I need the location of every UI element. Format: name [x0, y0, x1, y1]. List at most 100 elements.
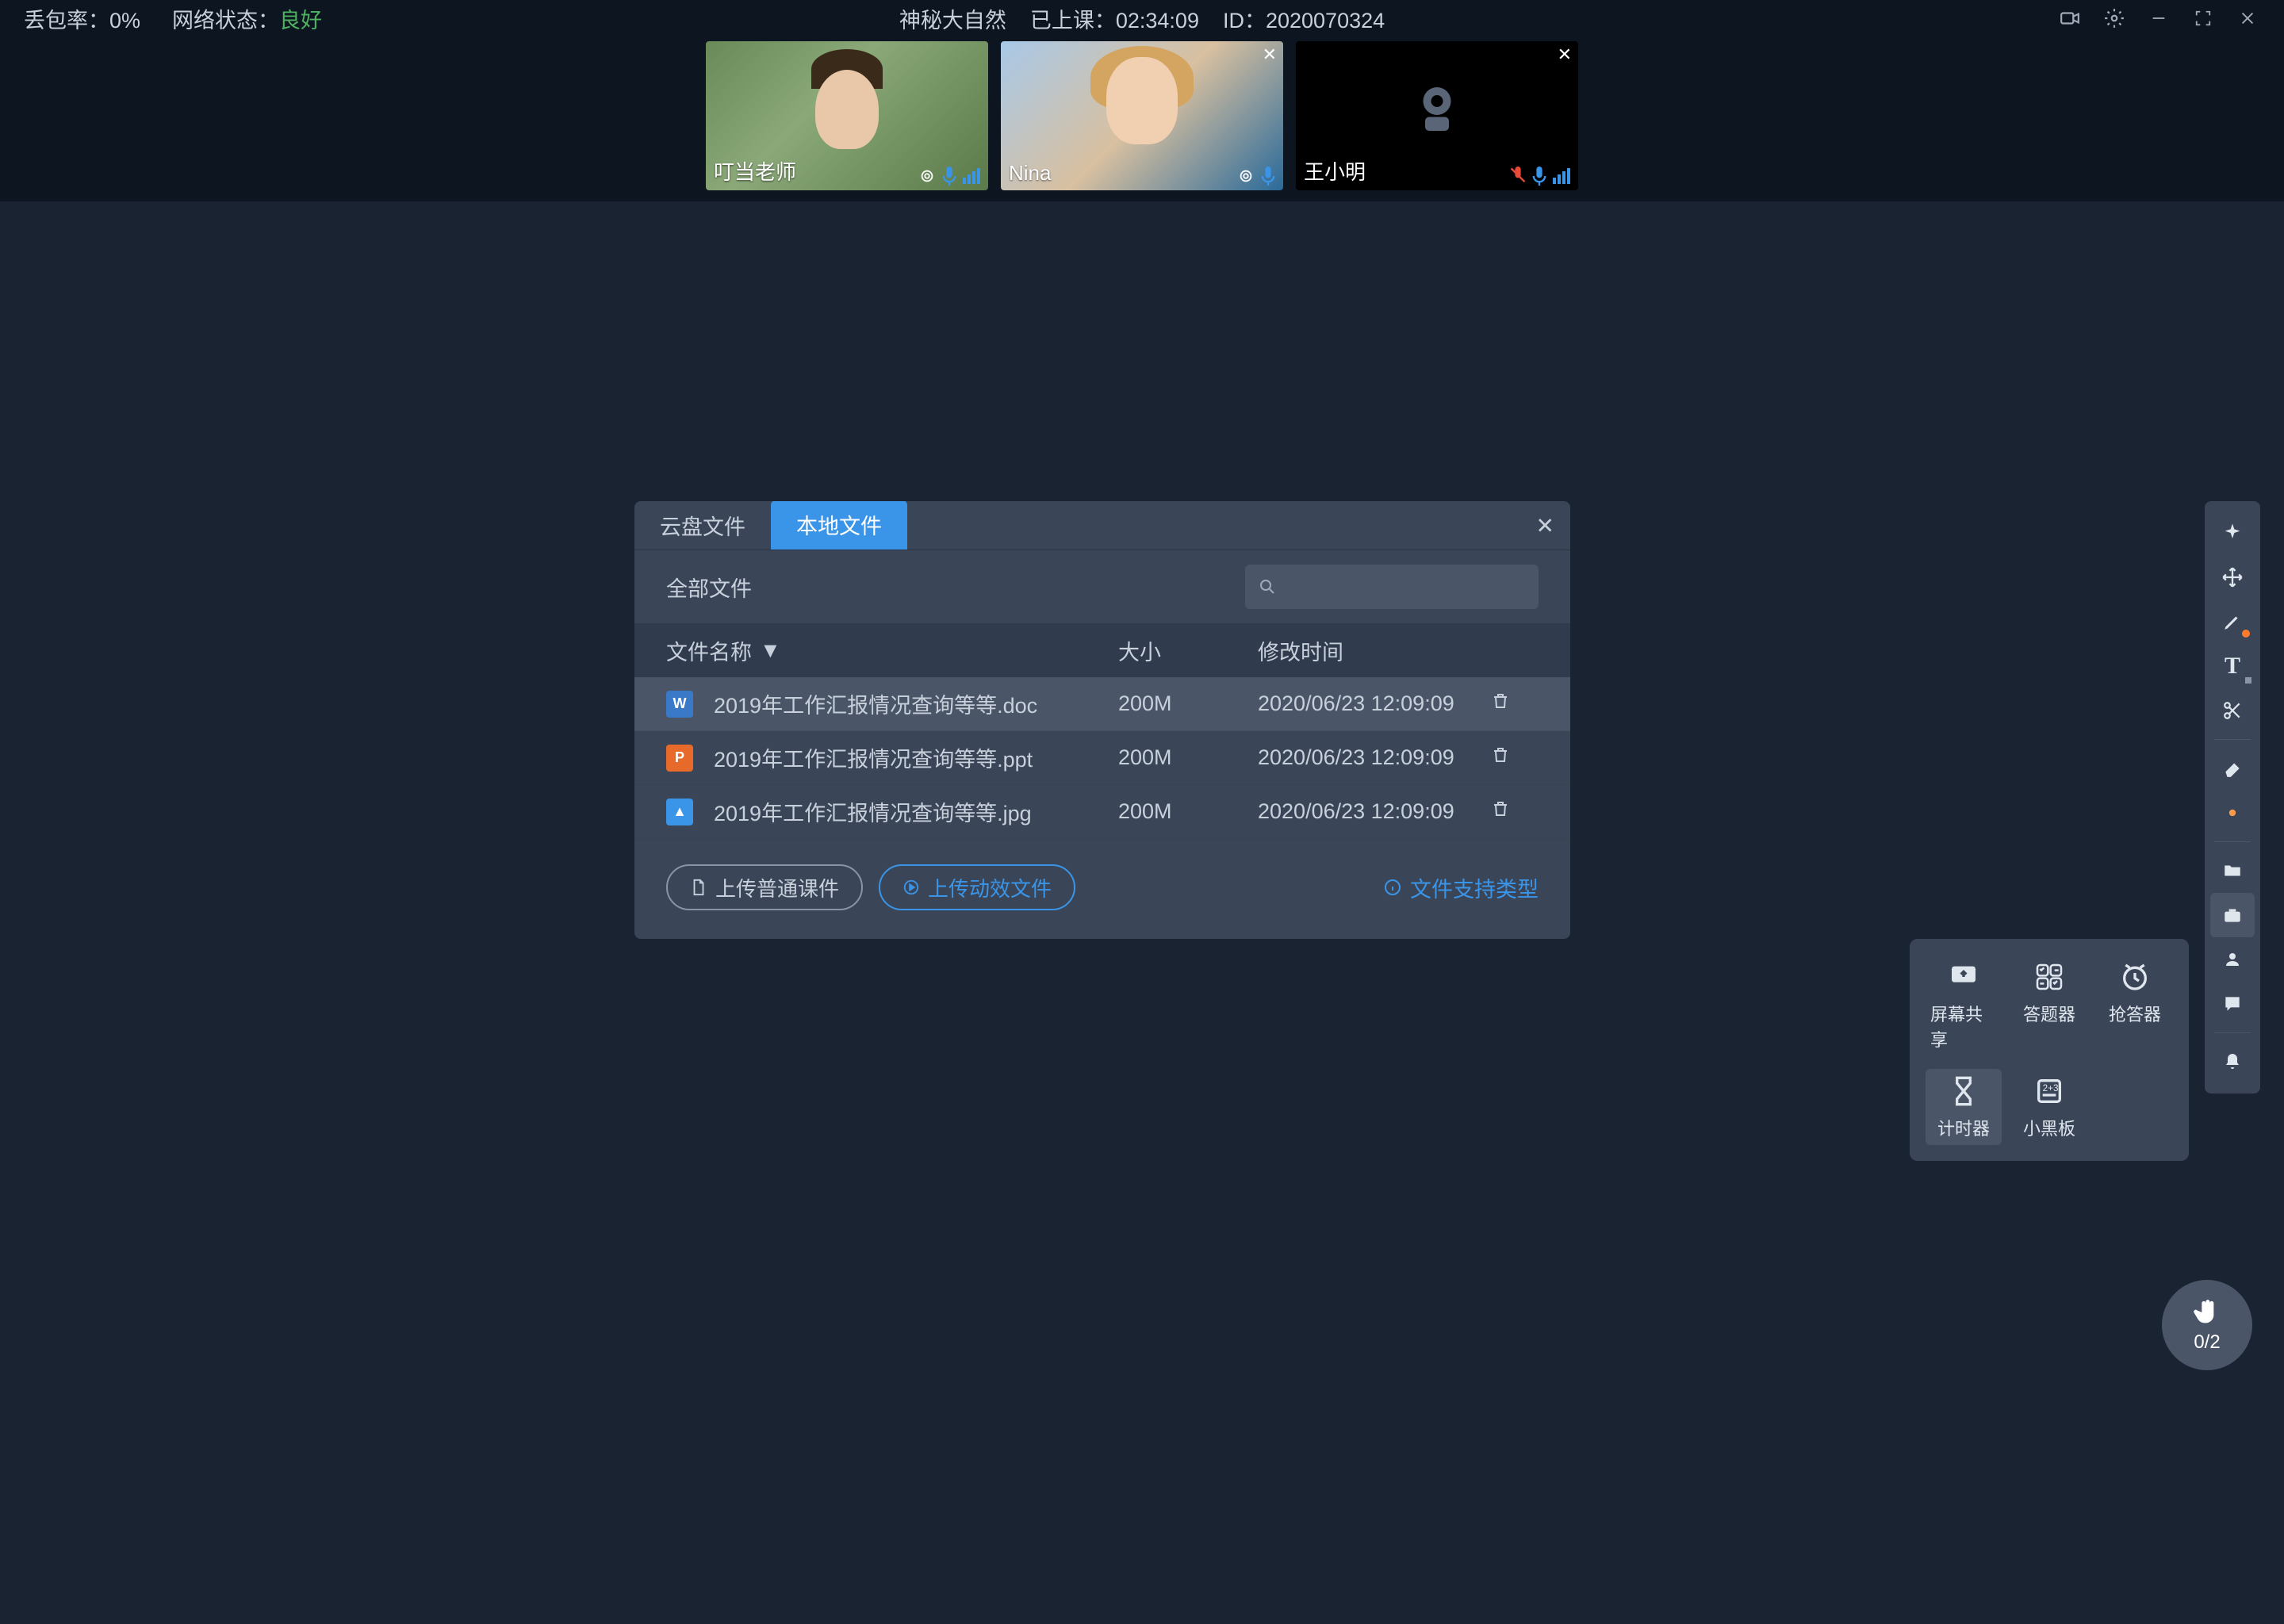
text-tool[interactable]: T — [2210, 644, 2255, 688]
file-row[interactable]: ▲ 2019年工作汇报情况查询等等.jpg 200M 2020/06/23 12:… — [634, 785, 1570, 839]
chat-tool[interactable] — [2210, 982, 2255, 1026]
dialog-tabs: 云盘文件 本地文件 ✕ — [634, 501, 1570, 550]
camera-icon — [1237, 167, 1255, 185]
video-tile-student[interactable]: ✕ 王小明 — [1296, 41, 1578, 190]
file-time: 2020/06/23 12:09:09 — [1258, 745, 1491, 770]
all-files-label: 全部文件 — [666, 572, 752, 603]
panel-board[interactable]: 2+3 小黑板 — [2011, 1069, 2087, 1145]
file-type-icon: P — [666, 745, 693, 772]
panel-timer[interactable]: 计时器 — [1926, 1069, 2002, 1145]
minimize-icon[interactable] — [2146, 6, 2171, 31]
document-icon — [690, 879, 707, 896]
col-header-name[interactable]: 文件名称 ▼ — [666, 635, 1118, 666]
file-type-icon: ▲ — [666, 799, 693, 825]
signal-bars-icon — [963, 168, 980, 184]
mic-icon — [942, 167, 956, 186]
tab-local-files[interactable]: 本地文件 — [771, 501, 907, 550]
svg-text:2+3: 2+3 — [2043, 1083, 2059, 1094]
video-status-icons — [1510, 167, 1570, 186]
loss-rate: 丢包率：0% — [24, 3, 140, 34]
participant-name: 王小明 — [1304, 156, 1366, 186]
delete-icon[interactable] — [1491, 799, 1510, 823]
info-icon — [1383, 878, 1402, 897]
upload-normal-button[interactable]: 上传普通课件 — [666, 864, 863, 910]
video-status-icons — [1237, 167, 1275, 186]
video-status-icons — [918, 167, 980, 186]
network-status: 网络状态：良好 — [172, 3, 322, 34]
dialog-close-icon[interactable]: ✕ — [1536, 512, 1554, 538]
participant-name: Nina — [1009, 161, 1051, 186]
file-name: 2019年工作汇报情况查询等等.ppt — [714, 742, 1033, 773]
board-icon: 2+3 — [2032, 1074, 2067, 1109]
move-tool[interactable] — [2210, 555, 2255, 599]
quiz-icon — [2032, 959, 2067, 994]
avatar — [815, 70, 879, 149]
col-header-size[interactable]: 大小 — [1118, 635, 1258, 666]
eraser-tool[interactable] — [2210, 746, 2255, 791]
elapsed-time: 已上课：02:34:09 — [1030, 3, 1199, 34]
dialog-footer: 上传普通课件 上传动效文件 文件支持类型 — [634, 839, 1570, 939]
user-tool[interactable] — [2210, 937, 2255, 982]
top-left-stats: 丢包率：0% 网络状态：良好 — [24, 3, 322, 34]
bell-tool[interactable] — [2210, 1040, 2255, 1084]
video-tile-nina[interactable]: ✕ Nina — [1001, 41, 1283, 190]
toolbox-tool[interactable] — [2210, 893, 2255, 937]
video-close-icon[interactable]: ✕ — [1558, 44, 1572, 65]
pointer-tool[interactable] — [2210, 511, 2255, 555]
video-close-icon[interactable]: ✕ — [1263, 44, 1277, 65]
delete-icon[interactable] — [1491, 745, 1510, 769]
fullscreen-icon[interactable] — [2190, 6, 2216, 31]
file-size: 200M — [1118, 799, 1258, 824]
camera-icon — [918, 167, 936, 185]
top-bar: 丢包率：0% 网络状态：良好 神秘大自然 已上课：02:34:09 ID：202… — [0, 0, 2284, 36]
room-title: 神秘大自然 — [899, 3, 1006, 34]
delete-icon[interactable] — [1491, 691, 1510, 715]
panel-buzzer[interactable]: 抢答器 — [2097, 955, 2173, 1056]
tab-cloud-files[interactable]: 云盘文件 — [634, 501, 771, 550]
mic-muted-icon — [1510, 167, 1526, 186]
video-strip: 叮当老师 ✕ Nina ✕ 王小明 — [0, 36, 2284, 201]
tools-popout-panel: 屏幕共享 答题器 抢答器 计时器 2+3 小黑板 — [1910, 939, 2189, 1161]
file-size: 200M — [1118, 691, 1258, 716]
panel-screen-share[interactable]: 屏幕共享 — [1926, 955, 2002, 1056]
hand-count: 0/2 — [2194, 1331, 2220, 1354]
room-id: ID：2020070324 — [1223, 3, 1385, 34]
avatar — [1106, 57, 1178, 144]
file-time: 2020/06/23 12:09:09 — [1258, 799, 1491, 824]
mic-icon — [1261, 167, 1275, 186]
mic-icon — [1532, 167, 1546, 186]
search-input[interactable] — [1245, 565, 1539, 609]
screen-share-icon — [1946, 959, 1981, 994]
col-header-time[interactable]: 修改时间 — [1258, 635, 1491, 666]
file-row[interactable]: W 2019年工作汇报情况查询等等.doc 200M 2020/06/23 12:… — [634, 677, 1570, 731]
file-time: 2020/06/23 12:09:09 — [1258, 691, 1491, 716]
signal-bars-icon — [1553, 168, 1570, 184]
scissors-tool[interactable] — [2210, 688, 2255, 733]
file-name: 2019年工作汇报情况查询等等.jpg — [714, 796, 1032, 827]
upload-animated-button[interactable]: 上传动效文件 — [879, 864, 1075, 910]
network-value: 良好 — [279, 9, 322, 33]
panel-quiz[interactable]: 答题器 — [2011, 955, 2087, 1056]
file-name: 2019年工作汇报情况查询等等.doc — [714, 688, 1037, 719]
timer-icon — [1946, 1074, 1981, 1109]
file-type-icon: W — [666, 691, 693, 718]
file-row[interactable]: P 2019年工作汇报情况查询等等.ppt 200M 2020/06/23 12:… — [634, 731, 1570, 785]
camera-off-icon — [1405, 75, 1469, 143]
folder-tool[interactable] — [2210, 848, 2255, 893]
file-size: 200M — [1118, 745, 1258, 770]
hand-icon — [2191, 1297, 2223, 1328]
right-toolbar: T — [2205, 501, 2260, 1094]
window-controls — [2057, 6, 2260, 31]
video-tile-teacher[interactable]: 叮当老师 — [706, 41, 988, 190]
play-circle-icon — [902, 879, 920, 896]
record-icon[interactable] — [2057, 6, 2083, 31]
pen-tool[interactable] — [2210, 599, 2255, 644]
table-header: 文件名称 ▼ 大小 修改时间 — [634, 623, 1570, 677]
search-row: 全部文件 — [634, 550, 1570, 623]
hand-raise-button[interactable]: 0/2 — [2162, 1280, 2252, 1370]
participant-name: 叮当老师 — [714, 156, 796, 186]
supported-types-link[interactable]: 文件支持类型 — [1383, 872, 1539, 903]
settings-icon[interactable] — [2102, 6, 2127, 31]
laser-tool[interactable] — [2210, 791, 2255, 835]
close-icon[interactable] — [2235, 6, 2260, 31]
